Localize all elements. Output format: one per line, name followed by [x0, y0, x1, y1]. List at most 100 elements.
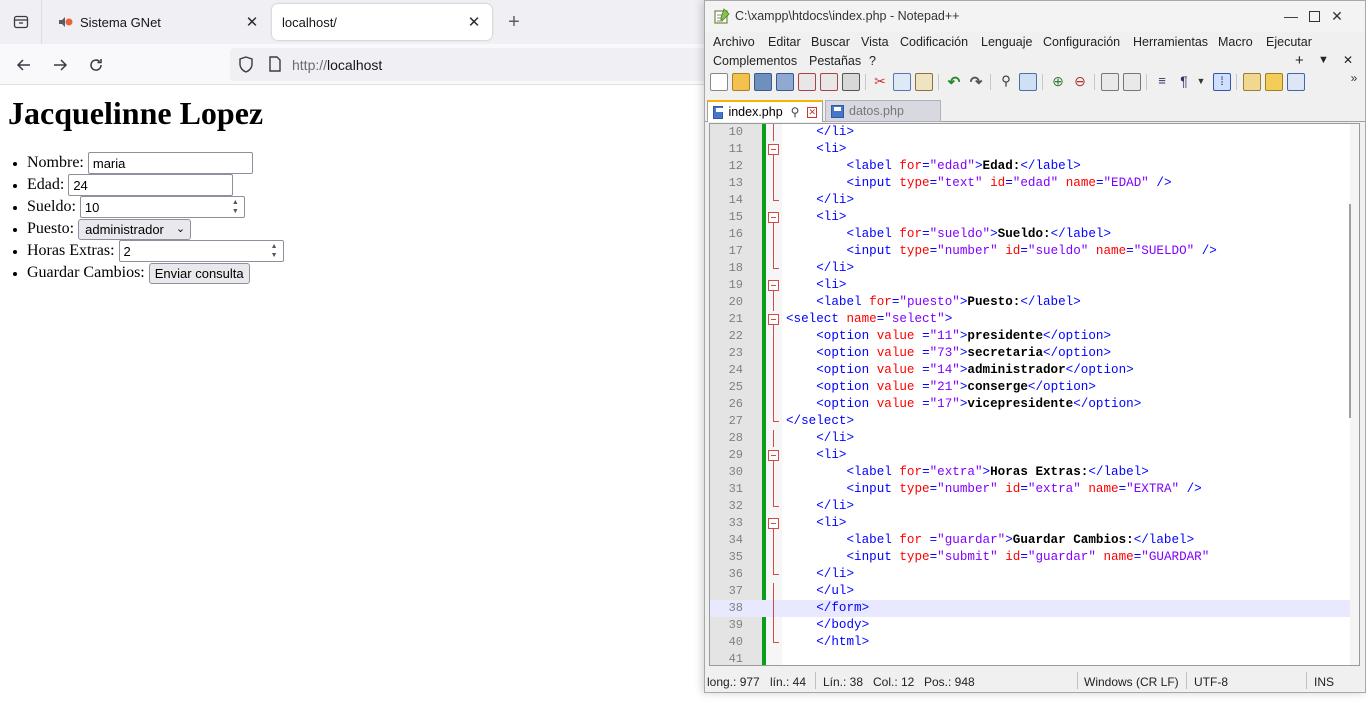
toolbar-overflow-icon[interactable]: »: [1345, 71, 1363, 89]
horas-extras-number-input[interactable]: [118, 240, 284, 263]
code-line[interactable]: 10 </li>: [710, 124, 1359, 141]
code-editor[interactable]: 10 </li> 11 <li> 12 <label for="edad">Edad…: [709, 123, 1360, 666]
menu-pestanas[interactable]: Pestañas: [809, 54, 861, 68]
enviar-consulta-button[interactable]: Enviar consulta: [148, 262, 250, 284]
sueldo-number-input[interactable]: [79, 196, 245, 219]
code-line[interactable]: 30 <label for="extra">Horas Extras:</lab…: [710, 464, 1359, 481]
code-line[interactable]: 28 </li>: [710, 430, 1359, 447]
save-icon[interactable]: [754, 73, 772, 91]
cut-icon[interactable]: ✂: [871, 73, 889, 91]
code-line[interactable]: 41: [710, 651, 1359, 665]
redo-icon[interactable]: ↷: [967, 73, 985, 91]
maximize-icon[interactable]: [1302, 6, 1326, 26]
back-arrow-icon[interactable]: [11, 52, 37, 78]
spinner-arrows-icon[interactable]: ▲ ▼: [269, 242, 280, 260]
menu-lenguaje[interactable]: Lenguaje: [981, 35, 1032, 49]
replace-icon[interactable]: [1019, 73, 1037, 91]
code-line[interactable]: 17 <input type="number" id="sueldo" name…: [710, 243, 1359, 260]
code-line[interactable]: 23 <option value ="73">secretaria</optio…: [710, 345, 1359, 362]
doc-map-icon[interactable]: [1265, 73, 1283, 91]
close-file-icon[interactable]: [798, 73, 816, 91]
code-line[interactable]: 33 <li>: [710, 515, 1359, 532]
word-wrap-icon[interactable]: ≡: [1153, 73, 1171, 91]
scrollbar-thumb[interactable]: [1349, 204, 1351, 418]
code-line[interactable]: 14 </li>: [710, 192, 1359, 209]
file-tab-index-php[interactable]: index.php ⚲ ✕: [707, 100, 823, 122]
code-line[interactable]: 24 <option value ="14">administrador</op…: [710, 362, 1359, 379]
pin-icon[interactable]: ⚲: [791, 105, 800, 119]
open-folder-icon[interactable]: [732, 73, 750, 91]
menu-complementos[interactable]: Complementos: [713, 54, 797, 68]
code-line[interactable]: 19 <li>: [710, 277, 1359, 294]
code-line[interactable]: 39 </body>: [710, 617, 1359, 634]
close-window-icon[interactable]: ✕: [1325, 6, 1349, 26]
undo-icon[interactable]: ↶: [945, 73, 963, 91]
code-line[interactable]: 16 <label for="sueldo">Sueldo:</label>: [710, 226, 1359, 243]
menu-macro[interactable]: Macro: [1218, 35, 1253, 49]
menu-editar[interactable]: Editar: [768, 35, 801, 49]
code-line[interactable]: 38 </form>: [710, 600, 1359, 617]
fold-collapse-icon[interactable]: [767, 311, 781, 328]
code-line[interactable]: 40 </html>: [710, 634, 1359, 651]
code-line[interactable]: 15 <li>: [710, 209, 1359, 226]
nombre-input[interactable]: [87, 152, 253, 175]
close-tab-icon[interactable]: ✕: [807, 106, 817, 118]
code-line[interactable]: 37 </ul>: [710, 583, 1359, 600]
code-line[interactable]: 34 <label for ="guardar">Guardar Cambios…: [710, 532, 1359, 549]
fold-collapse-icon[interactable]: [767, 209, 781, 226]
dropdown-arrow-icon[interactable]: ▼: [1195, 76, 1207, 94]
close-tab-icon[interactable]: ✕: [466, 14, 482, 31]
find-binoculars-icon[interactable]: ⚲: [997, 73, 1015, 91]
code-line[interactable]: 18 </li>: [710, 260, 1359, 277]
menu-vista[interactable]: Vista: [861, 35, 889, 49]
code-line[interactable]: 31 <input type="number" id="extra" name=…: [710, 481, 1359, 498]
close-all-icon[interactable]: [820, 73, 838, 91]
forward-arrow-icon[interactable]: [47, 52, 73, 78]
user-language-icon[interactable]: [1243, 73, 1261, 91]
code-line[interactable]: 32 </li>: [710, 498, 1359, 515]
fold-collapse-icon[interactable]: [767, 141, 781, 158]
plus-icon[interactable]: +: [1295, 52, 1304, 69]
code-line[interactable]: 20 <label for="puesto">Puesto:</label>: [710, 294, 1359, 311]
sync-horizontal-icon[interactable]: [1123, 73, 1141, 91]
puesto-select[interactable]: administrador ⌄: [78, 218, 192, 240]
browser-tab-sistema-gnet[interactable]: Sistema GNet ✕: [48, 4, 270, 40]
copy-icon[interactable]: [893, 73, 911, 91]
code-line[interactable]: 13 <input type="text" id="edad" name="ED…: [710, 175, 1359, 192]
fold-collapse-icon[interactable]: [767, 515, 781, 532]
new-file-icon[interactable]: [710, 73, 728, 91]
file-tab-datos-php[interactable]: datos.php: [825, 100, 941, 122]
close-tab-icon[interactable]: ✕: [244, 14, 260, 31]
function-list-icon[interactable]: [1287, 73, 1305, 91]
spinner-arrows-icon[interactable]: ▲ ▼: [230, 198, 241, 216]
save-all-icon[interactable]: [776, 73, 794, 91]
code-line[interactable]: 11 <li>: [710, 141, 1359, 158]
browser-tab-localhost[interactable]: localhost/ ✕: [272, 4, 492, 40]
code-line[interactable]: 36 </li>: [710, 566, 1359, 583]
close-document-icon[interactable]: ✕: [1343, 53, 1353, 67]
tracking-protection-shield-icon[interactable]: [238, 56, 254, 73]
sync-vertical-icon[interactable]: [1101, 73, 1119, 91]
menu-codificacion[interactable]: Codificación: [900, 35, 968, 49]
code-line[interactable]: 25 <option value ="21">conserge</option>: [710, 379, 1359, 396]
code-line[interactable]: 26 <option value ="17">vicepresidente</o…: [710, 396, 1359, 413]
edad-input[interactable]: [68, 174, 234, 197]
fold-collapse-icon[interactable]: [767, 447, 781, 464]
code-line[interactable]: 27 </select>: [710, 413, 1359, 430]
dropdown-triangle-icon[interactable]: ▼: [1318, 54, 1329, 66]
menu-ejecutar[interactable]: Ejecutar: [1266, 35, 1312, 49]
code-line[interactable]: 12 <label for="edad">Edad:</label>: [710, 158, 1359, 175]
page-info-icon[interactable]: [268, 56, 282, 72]
code-line[interactable]: 35 <input type="submit" id="guardar" nam…: [710, 549, 1359, 566]
menu-herramientas[interactable]: Herramientas: [1133, 35, 1208, 49]
vertical-scrollbar[interactable]: [1350, 124, 1359, 665]
menu-buscar[interactable]: Buscar: [811, 35, 850, 49]
print-icon[interactable]: [842, 73, 860, 91]
paste-icon[interactable]: [915, 73, 933, 91]
code-line[interactable]: 29 <li>: [710, 447, 1359, 464]
tab-list-button[interactable]: [0, 0, 42, 44]
reload-icon[interactable]: [83, 52, 109, 78]
code-line[interactable]: 22 <option value ="11">presidente</optio…: [710, 328, 1359, 345]
new-tab-plus-icon[interactable]: +: [502, 10, 526, 34]
fold-collapse-icon[interactable]: [767, 277, 781, 294]
